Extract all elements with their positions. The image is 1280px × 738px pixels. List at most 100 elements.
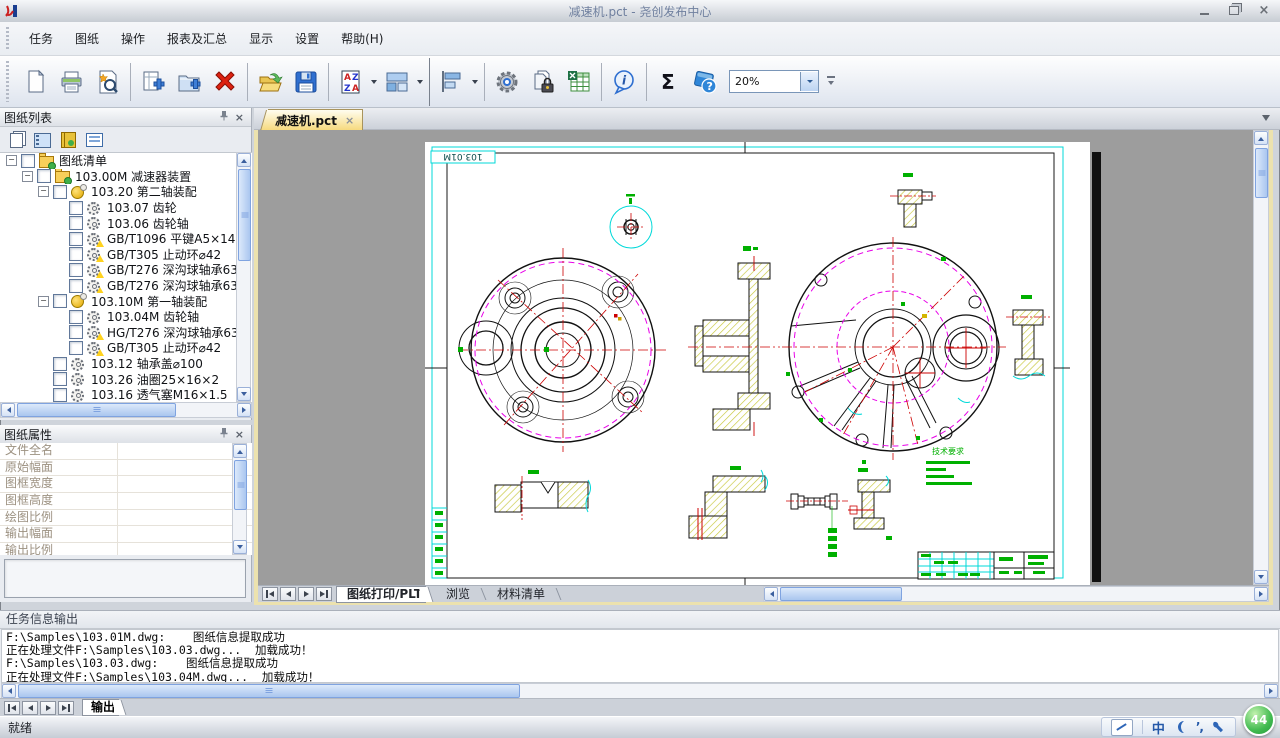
close-panel-icon[interactable]: ×: [232, 428, 247, 441]
scrollbar-thumb[interactable]: [234, 460, 247, 510]
menu-report[interactable]: 报表及汇总: [156, 22, 238, 56]
ime-punctuation-toggle[interactable]: ’,: [1196, 720, 1203, 734]
property-row[interactable]: 图框宽度: [0, 476, 252, 493]
close-panel-icon[interactable]: ×: [232, 111, 247, 124]
sort-button[interactable]: AZZA: [333, 60, 369, 104]
tree-checkbox[interactable]: [69, 310, 83, 324]
output-horizontal-scrollbar[interactable]: [1, 683, 1279, 699]
delete-button[interactable]: [207, 60, 243, 104]
tree-checkbox[interactable]: [53, 388, 67, 402]
open-button[interactable]: [252, 60, 288, 104]
ime-settings-wrench-icon[interactable]: [1212, 720, 1226, 734]
tree-checkbox[interactable]: [69, 263, 83, 277]
report-view-icon[interactable]: [32, 131, 52, 149]
print-button[interactable]: [54, 60, 90, 104]
prev-tab-button[interactable]: [22, 701, 38, 715]
scrollbar-thumb[interactable]: [1255, 148, 1268, 198]
tree-expander[interactable]: −: [6, 155, 17, 166]
tree-item[interactable]: GB/T305 止动环⌀42: [0, 340, 252, 356]
property-row[interactable]: 绘图比例: [0, 510, 252, 527]
property-row[interactable]: 输出幅面: [0, 526, 252, 543]
menu-help[interactable]: 帮助(H): [330, 22, 394, 56]
tree-checkbox[interactable]: [53, 357, 67, 371]
scrollbar-thumb[interactable]: [17, 403, 176, 417]
menu-drawing[interactable]: 图纸: [64, 22, 110, 56]
tab-output[interactable]: 输出: [82, 699, 119, 716]
pin-icon[interactable]: [216, 110, 232, 124]
tree-checkbox[interactable]: [69, 201, 83, 215]
pin-icon[interactable]: [216, 427, 232, 441]
layout-dropdown[interactable]: [415, 60, 425, 104]
tree-checkbox[interactable]: [21, 154, 35, 168]
ime-fullhalf-moon-icon[interactable]: [1174, 720, 1187, 734]
tree-item[interactable]: HG/T276 深沟球轴承63: [0, 325, 252, 341]
canvas-horizontal-scrollbar[interactable]: [763, 586, 1269, 602]
scroll-down-button[interactable]: [237, 387, 251, 401]
close-tab-icon[interactable]: ×: [345, 111, 354, 131]
tree-checkbox[interactable]: [53, 294, 67, 308]
tree-horizontal-scrollbar[interactable]: [0, 402, 252, 418]
restore-button[interactable]: [1226, 3, 1242, 17]
table-report-button[interactable]: [561, 60, 597, 104]
next-tab-button[interactable]: [298, 587, 314, 601]
scroll-right-button[interactable]: [1254, 587, 1268, 601]
save-button[interactable]: [288, 60, 324, 104]
scroll-right-button[interactable]: [1264, 684, 1278, 698]
canvas-vertical-scrollbar[interactable]: [1253, 130, 1269, 585]
tab-print-plt[interactable]: 图纸打印/PLT: [336, 586, 426, 603]
last-tab-button[interactable]: [58, 701, 74, 715]
first-tab-button[interactable]: [262, 587, 278, 601]
tree-item[interactable]: GB/T276 深沟球轴承63: [0, 278, 252, 294]
property-row[interactable]: 图框高度: [0, 493, 252, 510]
settings-gear-button[interactable]: [489, 60, 525, 104]
tree-item[interactable]: −103.20 第二轴装配: [0, 184, 252, 200]
zoom-combobox[interactable]: 20%: [729, 70, 819, 93]
print-preview-button[interactable]: [90, 60, 126, 104]
scroll-down-button[interactable]: [1254, 570, 1268, 584]
copy-list-icon[interactable]: [6, 131, 26, 149]
drawing-canvas[interactable]: 103.01M: [258, 130, 1253, 585]
tab-bom[interactable]: 材料清单: [487, 586, 555, 602]
align-dropdown[interactable]: [470, 60, 480, 104]
tree-checkbox[interactable]: [69, 216, 83, 230]
tree-item[interactable]: GB/T276 深沟球轴承63: [0, 262, 252, 278]
add-folder-button[interactable]: [171, 60, 207, 104]
minimize-button[interactable]: [1196, 3, 1212, 17]
tree-item[interactable]: −103.00M 减速器装置: [0, 169, 252, 185]
toolbar-overflow-button[interactable]: [823, 58, 839, 106]
menu-settings[interactable]: 设置: [284, 22, 330, 56]
menu-operation[interactable]: 操作: [110, 22, 156, 56]
tree-checkbox[interactable]: [69, 341, 83, 355]
tree-checkbox[interactable]: [69, 325, 83, 339]
tree-checkbox[interactable]: [53, 372, 67, 386]
tree-checkbox[interactable]: [69, 232, 83, 246]
scroll-up-button[interactable]: [1254, 131, 1268, 145]
tree-item[interactable]: −103.10M 第一轴装配: [0, 293, 252, 309]
properties-vertical-scrollbar[interactable]: [232, 443, 247, 555]
tab-list-dropdown-icon[interactable]: [1262, 115, 1270, 125]
menu-display[interactable]: 显示: [238, 22, 284, 56]
align-button[interactable]: [434, 60, 470, 104]
layout-button[interactable]: [379, 60, 415, 104]
tree-vertical-scrollbar[interactable]: [236, 152, 251, 402]
tree-checkbox[interactable]: [69, 247, 83, 261]
property-row[interactable]: 输出比例: [0, 543, 252, 555]
menu-task[interactable]: 任务: [18, 22, 64, 56]
tree-expander[interactable]: −: [22, 171, 33, 182]
tree-checkbox[interactable]: [53, 185, 67, 199]
zoom-dropdown-button[interactable]: [800, 72, 818, 91]
tree-item[interactable]: 103.04M 齿轮轴: [0, 309, 252, 325]
prev-tab-button[interactable]: [280, 587, 296, 601]
tree-checkbox[interactable]: [37, 169, 51, 183]
sort-dropdown[interactable]: [369, 60, 379, 104]
scroll-up-button[interactable]: [237, 153, 251, 167]
property-row[interactable]: 文件全名: [0, 443, 252, 460]
sum-button[interactable]: Σ: [651, 60, 687, 104]
scroll-left-button[interactable]: [764, 587, 778, 601]
next-tab-button[interactable]: [40, 701, 56, 715]
add-drawing-button[interactable]: [135, 60, 171, 104]
menubar-grip[interactable]: [6, 27, 9, 50]
tree-item[interactable]: 103.12 轴承盖⌀100: [0, 356, 252, 372]
scroll-left-button[interactable]: [1, 403, 15, 417]
ime-pen-icon[interactable]: [1111, 719, 1133, 736]
